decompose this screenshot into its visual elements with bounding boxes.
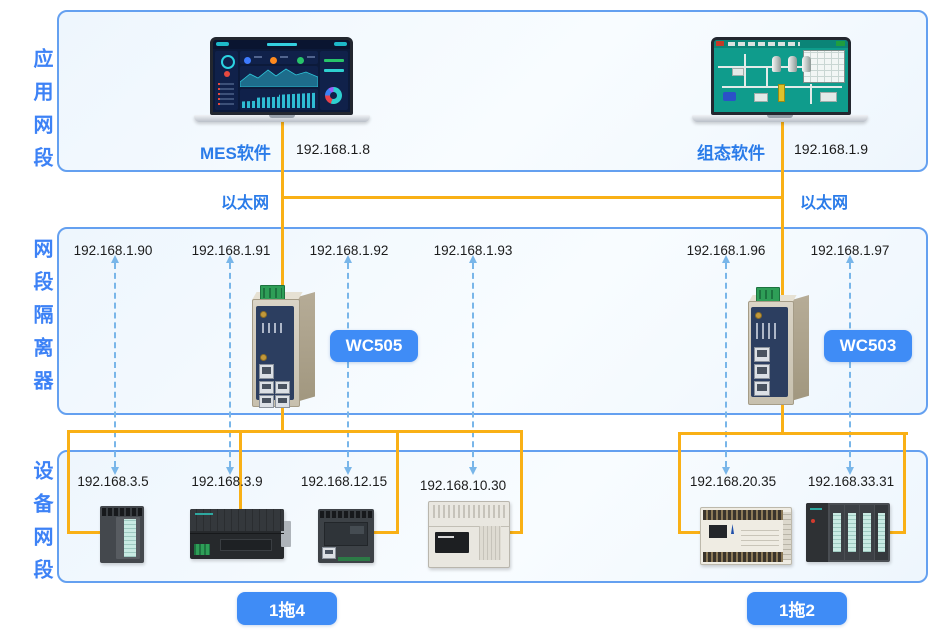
plc3-ethernet-port [322, 547, 336, 559]
wc505-model-chip: WC505 [330, 330, 418, 362]
mes-ip-label: 192.168.1.8 [296, 141, 370, 157]
app-segment-label: 应用网段 [26, 48, 52, 180]
plc-device-4 [428, 501, 510, 568]
cable-drop-4 [520, 430, 523, 534]
scada-laptop-base [692, 115, 868, 122]
cable-drop-6 [903, 432, 906, 534]
mes-dashboard-donut-chart [325, 87, 342, 104]
mes-dashboard-bar-chart [240, 89, 318, 110]
cable-ethernet-horizontal [281, 196, 784, 199]
plc-device-5 [700, 507, 792, 565]
cable-drop-5 [678, 432, 681, 534]
wan-ip-3: 192.168.1.92 [310, 243, 389, 258]
mes-laptop-screen [210, 37, 353, 115]
wc503-port [754, 347, 770, 362]
area-chart-svg [240, 66, 318, 87]
wan-ip-4: 192.168.1.93 [434, 243, 513, 258]
wc505-lan-port [275, 381, 290, 394]
device-ip-2: 192.168.3.9 [191, 474, 262, 489]
gateway-wc505-device [248, 272, 320, 414]
mapping-link-2 [229, 263, 231, 467]
ethernet-label-left: 以太网 [221, 189, 269, 213]
device-ip-3: 192.168.12.15 [301, 474, 387, 489]
scada-toolbar [714, 40, 848, 48]
plc-device-2 [190, 509, 284, 559]
device-ip-4: 192.168.10.30 [420, 478, 506, 493]
cable-drop-1 [67, 430, 70, 534]
plc-device-1 [100, 506, 144, 563]
wan-ip-6: 192.168.1.97 [811, 243, 890, 258]
device-segment-label: 设备网段 [26, 460, 52, 592]
plc-device-3 [318, 509, 374, 563]
wc505-lan-port [259, 395, 274, 408]
scada-vessel [802, 56, 811, 72]
wc505-lan-port [259, 381, 274, 394]
mapping-link-4 [472, 263, 474, 467]
wc505-wan-port [259, 364, 274, 379]
mes-software-label: MES软件 [200, 139, 271, 164]
ethernet-label-right: 以太网 [800, 189, 848, 213]
scada-laptop-screen [711, 37, 851, 115]
mes-dashboard-kpis [240, 51, 318, 64]
mapping-link-6 [849, 263, 851, 467]
plc5-sticker [709, 525, 727, 538]
wc503-model-chip: WC503 [824, 330, 912, 362]
device-ip-1: 192.168.3.5 [77, 474, 148, 489]
scada-laptop [692, 35, 868, 125]
wc503-front-panel [751, 307, 788, 397]
isolator-segment-label: 网段隔离器 [26, 238, 52, 403]
device-ip-5: 192.168.20.35 [690, 474, 776, 489]
scada-ip-label: 192.168.1.9 [794, 141, 868, 157]
mode-chip-1-to-4: 1拖4 [237, 592, 337, 625]
mes-dashboard-area-chart [240, 66, 318, 87]
wc503-terminal-block [756, 287, 780, 302]
wc505-lan-port [275, 395, 290, 408]
mes-laptop-base [194, 115, 370, 122]
cable-drop-3 [396, 430, 399, 534]
mapping-link-3 [347, 263, 349, 467]
plc2-terminal [194, 544, 210, 555]
plc6-psu-module [806, 503, 828, 562]
wc503-port [754, 364, 770, 379]
mes-dashboard-right-panel [320, 51, 348, 110]
cable-jog-1 [67, 531, 103, 534]
network-topology-diagram: 应用网段 网段隔离器 设备网段 [0, 0, 939, 634]
plc-device-6 [806, 503, 890, 562]
device-ip-6: 192.168.33.31 [808, 474, 894, 489]
scada-vessel [772, 56, 781, 72]
gateway-wc503-device [744, 283, 814, 405]
cable-trunk-right [678, 432, 908, 435]
wc505-front-panel [256, 306, 294, 400]
scada-yellow-column [778, 84, 785, 102]
wan-ip-1: 192.168.1.90 [74, 243, 153, 258]
mapping-link-1 [114, 263, 116, 467]
scada-software-label: 组态软件 [697, 139, 765, 164]
mode-chip-1-to-2: 1拖2 [747, 592, 847, 625]
mapping-link-5 [725, 263, 727, 467]
wan-ip-5: 192.168.1.96 [687, 243, 766, 258]
wc503-port [754, 381, 770, 396]
scada-pump [723, 92, 736, 101]
cable-trunk-left [67, 430, 523, 433]
plc4-front-panel [435, 532, 469, 553]
mes-dashboard-header [213, 40, 350, 49]
mes-laptop [194, 35, 370, 125]
mes-dashboard-sidebar [215, 51, 238, 110]
scada-vessel [788, 56, 797, 72]
wan-ip-2: 192.168.1.91 [192, 243, 271, 258]
